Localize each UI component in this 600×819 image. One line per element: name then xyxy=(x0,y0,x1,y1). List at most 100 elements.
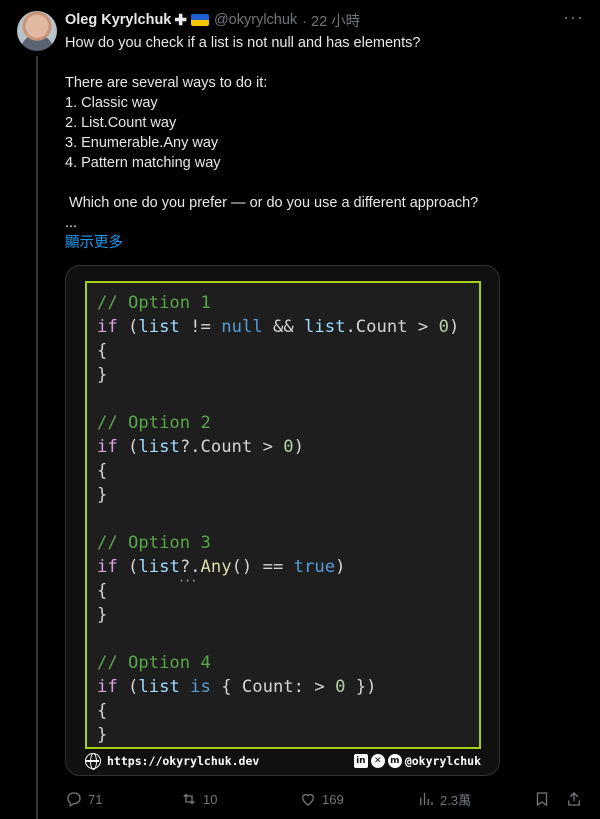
bookmark-icon xyxy=(536,792,548,807)
reply-button[interactable]: 71 xyxy=(65,789,102,809)
code-token: } xyxy=(97,605,108,625)
code-token: list xyxy=(138,557,180,577)
code-line: // Option 4 xyxy=(97,651,459,675)
code-token: list xyxy=(138,317,180,337)
code-token: if xyxy=(97,677,118,697)
code-token: if xyxy=(97,317,118,337)
code-line: if (list?.Any() == true) xyxy=(97,555,459,579)
like-button[interactable]: 169 xyxy=(299,789,344,809)
code-token: list xyxy=(138,677,180,697)
website-url: https://okyrylchuk.dev xyxy=(107,754,260,768)
tweet-text-line: ... xyxy=(65,215,78,231)
code-token: true xyxy=(293,557,336,577)
code-token: } xyxy=(97,485,108,505)
code-token: ) xyxy=(448,317,460,337)
ukraine-flag-icon xyxy=(190,14,209,26)
code-token: 0 xyxy=(335,677,346,697)
more-options-icon[interactable]: ··· xyxy=(563,8,583,29)
code-line: { xyxy=(97,339,459,363)
code-token: } xyxy=(97,725,108,745)
repost-icon xyxy=(183,793,195,805)
code-line: } xyxy=(97,723,459,747)
code-token: // Option 2 xyxy=(97,413,211,433)
code-token: if xyxy=(97,437,118,457)
share-icon xyxy=(568,792,580,806)
code-line: // Option 3 xyxy=(97,531,459,555)
tweet-text-line: Which one do you prefer — or do you use … xyxy=(65,195,479,211)
code-snippet: // Option 1 if (list != null && list.Coun… xyxy=(85,281,481,749)
code-token: ( xyxy=(117,677,139,697)
views-chart-icon xyxy=(420,793,433,805)
code-token: && xyxy=(262,317,305,337)
share-button[interactable] xyxy=(565,789,583,809)
tweet-header: Oleg Kyrylchuk ✚ @okyrylchuk · 22 小時 xyxy=(65,10,360,31)
code-line: if (list?.Count > 0) xyxy=(97,435,459,459)
code-token: ) xyxy=(335,557,346,577)
bookmark-button[interactable] xyxy=(533,789,551,809)
tweet-text-line: How do you check if a list is not null a… xyxy=(65,35,421,51)
code-token: () == xyxy=(231,557,294,577)
code-line: // Option 1 xyxy=(97,291,459,315)
code-token: 0 xyxy=(438,317,449,337)
author-handle[interactable]: @okyrylchuk xyxy=(214,12,297,28)
code-token: // Option 3 xyxy=(97,533,211,553)
show-more-link[interactable]: 顯示更多 xyxy=(65,233,515,253)
mastodon-icon: m xyxy=(387,754,402,768)
code-line: // Option 2 xyxy=(97,411,459,435)
code-token: { xyxy=(97,461,108,481)
code-line: { xyxy=(97,579,459,603)
code-token: null xyxy=(221,317,263,337)
code-token: { Count: > xyxy=(210,677,336,697)
code-line: if (list != null && list.Count > 0) xyxy=(97,315,459,339)
reply-count: 71 xyxy=(88,791,103,807)
code-token: } xyxy=(97,365,108,385)
code-token: 0 xyxy=(283,437,294,457)
code-token: .Count > xyxy=(345,317,439,337)
code-line: if (list is { Count: > 0 }) xyxy=(97,675,459,699)
globe-icon xyxy=(85,753,101,770)
cross-badge-icon: ✚ xyxy=(174,12,187,29)
code-token: list xyxy=(304,317,346,337)
code-line: } xyxy=(97,603,459,627)
tweet-text-line: 3. Enumerable.Any way xyxy=(65,135,219,151)
linkedin-icon: in xyxy=(353,754,368,768)
code-token: { xyxy=(97,701,108,721)
image-footer: https://okyrylchuk.dev in ✕ m @okyrylchu… xyxy=(85,749,481,773)
tweet-text: How do you check if a list is not null a… xyxy=(65,33,515,253)
tweet-text-line: 2. List.Count way xyxy=(65,115,177,131)
tweet-time[interactable]: · 22 小時 xyxy=(302,10,360,31)
bluesky-icon: ✕ xyxy=(370,754,385,768)
tweet-media-image[interactable]: // Option 1 if (list != null && list.Coun… xyxy=(65,265,500,776)
code-token: ( xyxy=(117,437,139,457)
code-token: }) xyxy=(345,677,377,697)
heart-icon xyxy=(302,793,314,806)
author-avatar[interactable] xyxy=(17,11,57,51)
social-handle: @okyrylchuk xyxy=(404,754,481,768)
code-token: // Option 4 xyxy=(97,653,211,673)
code-token: // Option 1 xyxy=(97,293,211,313)
repost-button[interactable]: 10 xyxy=(180,789,217,809)
code-token: Any xyxy=(200,557,232,577)
code-line: { xyxy=(97,459,459,483)
tweet-text-line: 1. Classic way xyxy=(65,95,158,111)
code-line: { xyxy=(97,699,459,723)
code-block: // Option 1 if (list != null && list.Coun… xyxy=(97,291,459,747)
tweet-text-line xyxy=(65,53,515,73)
code-token: ?. xyxy=(180,557,201,577)
code-token: != xyxy=(179,317,222,337)
reply-icon xyxy=(67,792,81,807)
code-token: ( xyxy=(117,317,139,337)
tweet-text-line: There are several ways to do it: xyxy=(65,75,268,91)
view-count: 2.3萬 xyxy=(440,792,472,808)
views-button[interactable]: 2.3萬 xyxy=(417,789,471,809)
tweet-actions: 71 10 169 2.3萬 xyxy=(65,789,585,809)
author-name[interactable]: Oleg Kyrylchuk xyxy=(65,12,171,28)
code-token: ) xyxy=(293,437,305,457)
code-token: is xyxy=(190,677,211,697)
code-line: } xyxy=(97,363,459,387)
repost-count: 10 xyxy=(203,791,218,807)
code-token: if xyxy=(97,557,118,577)
